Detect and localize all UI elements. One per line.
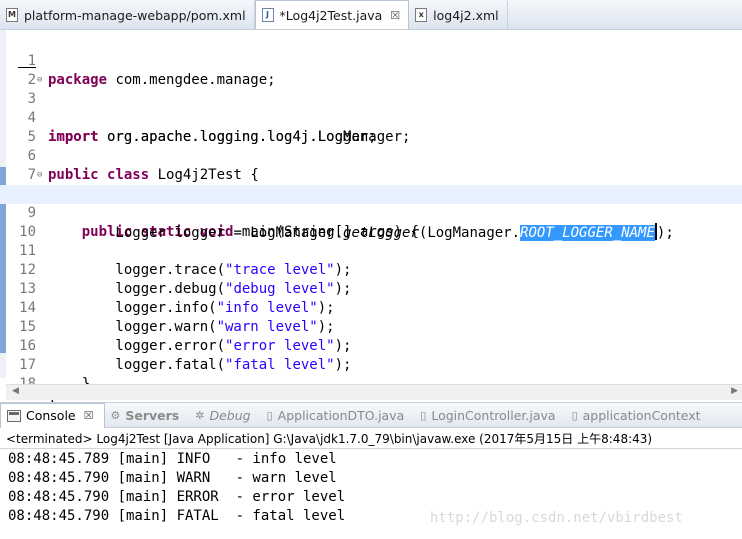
tab-log4j2-xml[interactable]: x log4j2.xml <box>409 1 508 29</box>
code-line: 4 import org.apache.logging.log4j.Logger… <box>0 90 742 145</box>
tab-log4j2test-java[interactable]: J *Log4j2Test.java ☒ <box>254 0 410 29</box>
tab-applicationcontext[interactable]: ▯ applicationContext <box>566 403 711 427</box>
code-line: 15 logger.error("error level"); <box>0 299 742 354</box>
watermark: http://blog.csdn.net/vbirdbest <box>430 510 683 526</box>
java-file-icon: ▯ <box>420 408 427 422</box>
code-line: 10 <box>0 204 742 240</box>
tab-label: log4j2.xml <box>433 7 499 23</box>
java-file-icon: J <box>261 8 274 22</box>
code-line: 8 ⊖ public static void main(String[] arg… <box>0 166 742 240</box>
code-line: 14 logger.warn("warn level"); <box>0 280 742 335</box>
close-icon[interactable]: ☒ <box>84 409 94 422</box>
editor-tab-bar: M platform-manage-webapp/pom.xml J *Log4… <box>0 0 742 30</box>
process-status: <terminated> Log4j2Test [Java Applicatio… <box>6 432 653 446</box>
fold-icon[interactable]: ⊖ <box>37 71 42 90</box>
tab-label: LoginController.java <box>431 407 556 423</box>
console-line: 08:48:45.790 [main] WARN - warn level <box>8 470 337 486</box>
tab-label: Servers <box>125 407 180 423</box>
code-line: 17 } <box>0 337 742 392</box>
horizontal-scrollbar[interactable]: ◀ ▶ <box>6 384 742 400</box>
console-line: 08:48:45.790 [main] FATAL - fatal level <box>8 508 346 524</box>
servers-icon: ⚙ <box>110 408 121 422</box>
tab-label: applicationContext <box>582 407 701 423</box>
code-line: 13 logger.info("info level"); <box>0 261 742 316</box>
code-line: 1 package com.mengdee.manage; <box>0 33 742 88</box>
code-line: 11 logger.trace("trace level"); <box>0 223 742 278</box>
code-line: 16 logger.fatal("fatal level"); <box>0 318 742 373</box>
close-icon[interactable]: ☒ <box>390 9 400 22</box>
code-editor[interactable]: 1 package com.mengdee.manage; 2 3 ⊖ impo… <box>0 30 742 411</box>
code-line-current: 9 Logger logger = LogManager.getLogger(L… <box>0 185 742 241</box>
tab-label: platform-manage-webapp/pom.xml <box>24 7 246 23</box>
xml-file-icon: ▯ <box>571 408 578 422</box>
tab-logincontroller-java[interactable]: ▯ LoginController.java <box>414 403 565 427</box>
code-line: 6 public class Log4j2Test { <box>0 128 742 183</box>
tab-debug[interactable]: ✲ Debug <box>189 403 260 427</box>
maven-file-icon: M <box>6 8 18 22</box>
code-line: 2 <box>0 52 742 88</box>
xml-file-icon: x <box>415 8 428 22</box>
tab-console[interactable]: Console ☒ <box>0 402 105 428</box>
scroll-left-icon[interactable]: ◀ <box>12 386 19 396</box>
tab-applicationdto-java[interactable]: ▯ ApplicationDTO.java <box>261 403 415 427</box>
java-file-icon: ▯ <box>266 408 273 422</box>
code-line: 7 <box>0 147 742 183</box>
code-line: 5 <box>0 109 742 145</box>
console-line: 08:48:45.789 [main] INFO - info level <box>8 451 337 467</box>
code-line: 18 } <box>0 356 742 411</box>
tab-label: Console <box>26 408 76 423</box>
tab-servers[interactable]: ⚙ Servers <box>105 403 190 427</box>
tab-label: *Log4j2Test.java <box>279 7 383 23</box>
tab-pom-xml[interactable]: M platform-manage-webapp/pom.xml <box>0 1 255 29</box>
fold-icon[interactable]: ⊖ <box>37 166 42 185</box>
tab-label: ApplicationDTO.java <box>277 407 405 423</box>
tab-label: Debug <box>209 407 251 423</box>
code-line: 12 logger.debug("debug level"); <box>0 242 742 297</box>
debug-icon: ✲ <box>195 408 205 422</box>
code-line: 3 ⊖ import org.apache.logging.log4j.LogM… <box>0 71 742 145</box>
view-tab-bar: Console ☒ ⚙ Servers ✲ Debug ▯ Applicatio… <box>0 402 742 428</box>
console-icon <box>7 409 21 422</box>
console-line: 08:48:45.790 [main] ERROR - error level <box>8 489 346 505</box>
scroll-right-icon[interactable]: ▶ <box>731 386 738 396</box>
